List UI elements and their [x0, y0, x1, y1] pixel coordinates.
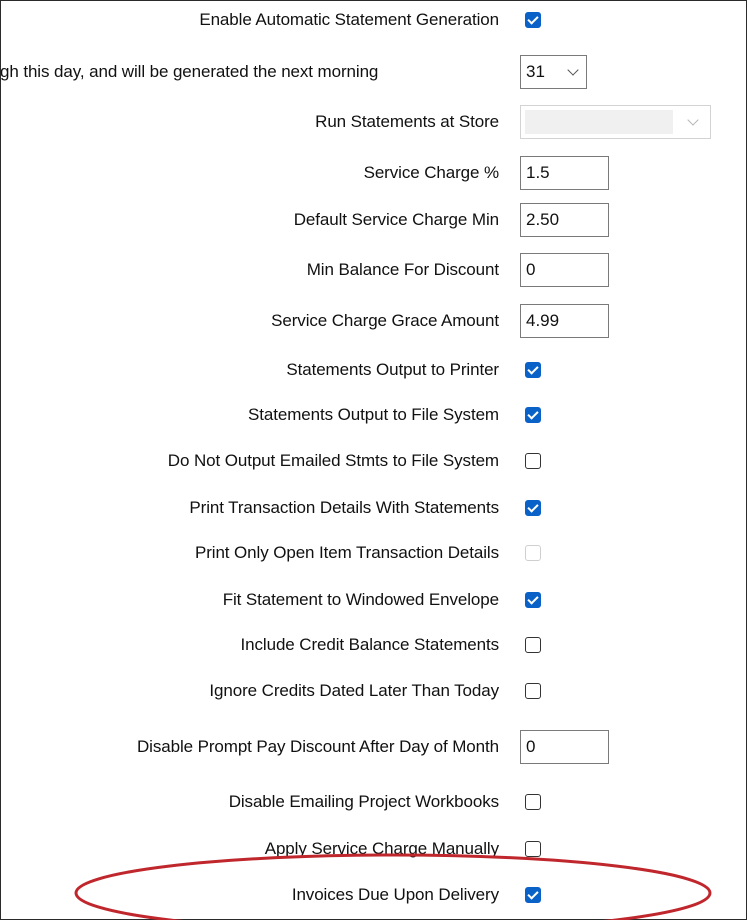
run-statements-store-value — [525, 110, 673, 134]
row-include-credit-balance: Include Credit Balance Statements — [0, 625, 747, 665]
service-charge-grace-input[interactable] — [520, 304, 609, 338]
row-service-charge-grace: Service Charge Grace Amount — [0, 301, 747, 341]
disable-prompt-pay-input[interactable] — [520, 730, 609, 764]
no-output-emailed-checkbox[interactable] — [525, 453, 541, 469]
statement-day-label: gh this day, and will be generated the n… — [0, 62, 379, 81]
row-ignore-credits-later: Ignore Credits Dated Later Than Today — [0, 671, 747, 711]
print-open-item-checkbox[interactable] — [525, 545, 541, 561]
row-enable-automatic-statement: Enable Automatic Statement Generation — [0, 0, 747, 40]
invoices-due-delivery-label: Invoices Due Upon Delivery — [291, 885, 499, 904]
print-open-item-label: Print Only Open Item Transaction Details — [194, 543, 499, 562]
enable-automatic-statement-checkbox[interactable] — [525, 12, 541, 28]
statement-day-value: 31 — [526, 62, 545, 81]
row-invoices-due-delivery: Invoices Due Upon Delivery — [0, 875, 747, 915]
output-file-system-checkbox[interactable] — [525, 407, 541, 423]
row-print-transaction-details: Print Transaction Details With Statement… — [0, 488, 747, 528]
apply-service-charge-manually-checkbox[interactable] — [525, 841, 541, 857]
no-output-emailed-label: Do Not Output Emailed Stmts to File Syst… — [167, 451, 499, 470]
include-credit-balance-label: Include Credit Balance Statements — [240, 635, 500, 654]
disable-prompt-pay-label: Disable Prompt Pay Discount After Day of… — [136, 737, 499, 756]
statement-settings-form: Enable Automatic Statement Generation gh… — [0, 0, 747, 920]
row-output-file-system: Statements Output to File System — [0, 395, 747, 435]
output-printer-label: Statements Output to Printer — [286, 360, 499, 379]
print-transaction-details-checkbox[interactable] — [525, 500, 541, 516]
row-disable-prompt-pay: Disable Prompt Pay Discount After Day of… — [0, 727, 747, 767]
row-min-balance-discount: Min Balance For Discount — [0, 250, 747, 290]
disable-emailing-workbooks-checkbox[interactable] — [525, 794, 541, 810]
row-statement-day: gh this day, and will be generated the n… — [0, 52, 747, 92]
output-file-system-label: Statements Output to File System — [248, 405, 499, 424]
chevron-down-icon — [567, 64, 579, 76]
min-balance-discount-input[interactable] — [520, 253, 609, 287]
chevron-down-icon — [687, 114, 699, 126]
service-charge-grace-label: Service Charge Grace Amount — [271, 311, 499, 330]
ignore-credits-later-checkbox[interactable] — [525, 683, 541, 699]
row-apply-service-charge-manually: Apply Service Charge Manually — [0, 829, 747, 869]
run-statements-store-dropdown[interactable] — [520, 105, 711, 139]
row-run-statements-store: Run Statements at Store — [0, 102, 747, 142]
apply-service-charge-manually-label: Apply Service Charge Manually — [264, 839, 499, 858]
row-default-service-charge-min: Default Service Charge Min — [0, 200, 747, 240]
row-disable-emailing-workbooks: Disable Emailing Project Workbooks — [0, 782, 747, 822]
fit-windowed-envelope-label: Fit Statement to Windowed Envelope — [222, 590, 499, 609]
fit-windowed-envelope-checkbox[interactable] — [525, 592, 541, 608]
row-fit-windowed-envelope: Fit Statement to Windowed Envelope — [0, 580, 747, 620]
row-output-printer: Statements Output to Printer — [0, 350, 747, 390]
default-service-charge-min-label: Default Service Charge Min — [293, 210, 499, 229]
ignore-credits-later-label: Ignore Credits Dated Later Than Today — [209, 681, 499, 700]
service-charge-pct-label: Service Charge % — [363, 163, 500, 182]
min-balance-discount-label: Min Balance For Discount — [306, 260, 499, 279]
run-statements-store-label: Run Statements at Store — [315, 112, 499, 131]
default-service-charge-min-input[interactable] — [520, 203, 609, 237]
service-charge-pct-input[interactable] — [520, 156, 609, 190]
row-service-charge-pct: Service Charge % — [0, 153, 747, 193]
disable-emailing-workbooks-label: Disable Emailing Project Workbooks — [228, 792, 499, 811]
enable-automatic-statement-label: Enable Automatic Statement Generation — [199, 10, 499, 29]
invoices-due-delivery-checkbox[interactable] — [525, 887, 541, 903]
row-no-output-emailed: Do Not Output Emailed Stmts to File Syst… — [0, 441, 747, 481]
print-transaction-details-label: Print Transaction Details With Statement… — [189, 498, 499, 517]
output-printer-checkbox[interactable] — [525, 362, 541, 378]
statement-day-dropdown[interactable]: 31 — [520, 55, 587, 89]
row-print-open-item: Print Only Open Item Transaction Details — [0, 533, 747, 573]
include-credit-balance-checkbox[interactable] — [525, 637, 541, 653]
